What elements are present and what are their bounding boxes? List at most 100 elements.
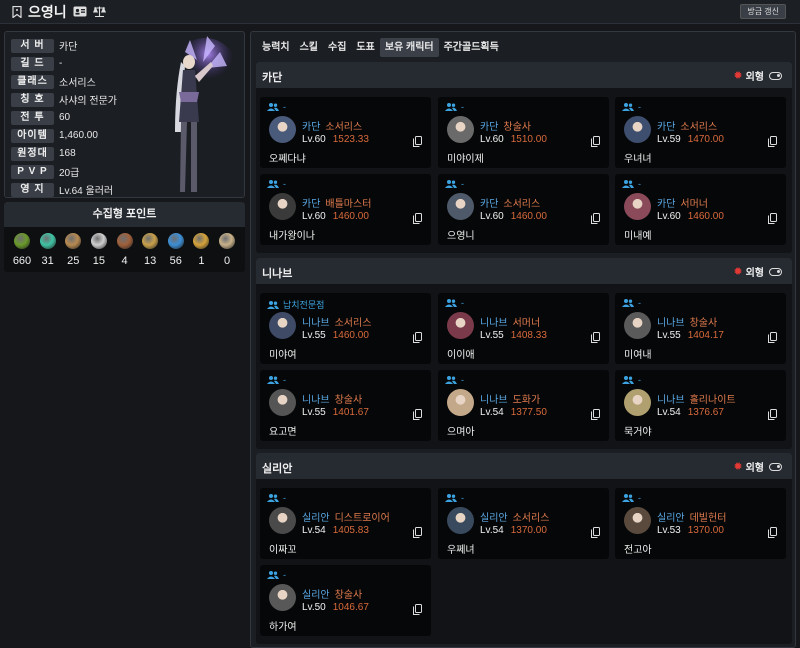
card-server-name: 카단 xyxy=(302,122,321,133)
collection-item[interactable]: 0 xyxy=(217,233,237,267)
profile-row-label: 길 드 xyxy=(11,56,54,71)
card-character-name: 오쩨다냐 xyxy=(269,154,306,165)
copy-icon[interactable] xyxy=(413,213,422,224)
copy-icon[interactable] xyxy=(413,604,422,615)
character-card[interactable]: - 실리안 소서리스 Lv.54 1370.00 우쩨녀 xyxy=(438,488,609,559)
guild-name: - xyxy=(461,179,464,189)
card-class: 소서리스 xyxy=(503,199,541,210)
copy-icon[interactable] xyxy=(768,213,777,224)
card-level: Lv.54 1370.00 xyxy=(480,525,547,536)
collection-item[interactable]: 15 xyxy=(89,233,109,267)
scale-icon[interactable] xyxy=(92,6,106,17)
copy-icon[interactable] xyxy=(413,136,422,147)
character-card[interactable]: - 카단 소서리스 Lv.60 1523.33 오쩨다냐 xyxy=(260,97,431,168)
outfit-label: 외형 xyxy=(745,72,764,83)
outfit-toggle[interactable]: ✹ 외형 xyxy=(733,459,782,474)
collection-item[interactable]: 1 xyxy=(191,233,211,267)
refresh-button[interactable]: 방금 갱신 xyxy=(740,4,786,19)
copy-icon[interactable] xyxy=(413,332,422,343)
card-item-level: 1377.50 xyxy=(510,407,547,418)
tab-5[interactable]: 주간골드획득 xyxy=(439,38,504,57)
mokoko-seed-icon xyxy=(14,233,30,249)
character-card[interactable]: 납치전문점 니나브 소서리스 Lv.55 1460.00 미야여 xyxy=(260,293,431,364)
character-card[interactable]: - 카단 서머너 Lv.60 1460.00 미내예 xyxy=(615,174,786,245)
card-level: Lv.59 1470.00 xyxy=(657,134,724,145)
bookmark-icon[interactable] xyxy=(12,5,22,18)
character-card[interactable]: - 카단 배틀마스터 Lv.60 1460.00 내가왕이나 xyxy=(260,174,431,245)
character-card[interactable]: - 카단 소서리스 Lv.59 1470.00 우녀녀 xyxy=(615,97,786,168)
profile-row-value: 60 xyxy=(59,112,71,123)
copy-icon[interactable] xyxy=(591,136,600,147)
collection-item[interactable]: 31 xyxy=(38,233,58,267)
collection-item-value: 56 xyxy=(169,255,182,267)
tab-0[interactable]: 능력치 xyxy=(257,38,295,57)
card-item-level: 1460.00 xyxy=(332,211,369,222)
card-class: 데빌헌터 xyxy=(689,513,727,524)
card-level: Lv.55 1401.67 xyxy=(302,407,369,418)
card-server: 카단 배틀마스터 xyxy=(302,195,371,210)
character-card[interactable]: - 실리안 창술사 Lv.50 1046.67 하가여 xyxy=(260,565,431,636)
copy-icon[interactable] xyxy=(768,136,777,147)
collection-item[interactable]: 13 xyxy=(140,233,160,267)
outfit-toggle[interactable]: ✹ 외형 xyxy=(733,264,782,279)
copy-icon[interactable] xyxy=(591,527,600,538)
collection-item-value: 25 xyxy=(67,255,80,267)
card-server: 카단 서머너 xyxy=(657,195,708,210)
users-icon xyxy=(267,103,279,111)
character-card[interactable]: - 카단 소서리스 Lv.60 1460.00 으영니 xyxy=(438,174,609,245)
copy-icon[interactable] xyxy=(591,409,600,420)
card-server: 카단 소서리스 xyxy=(657,118,717,133)
collection-item-value: 1 xyxy=(198,255,205,267)
guild-name: - xyxy=(638,102,641,112)
character-card[interactable]: - 실리안 데빌헌터 Lv.53 1370.00 전고아 xyxy=(615,488,786,559)
card-server-name: 카단 xyxy=(657,122,676,133)
character-card[interactable]: - 니나브 홀리나이트 Lv.54 1376.67 묵거야 xyxy=(615,370,786,441)
top-header: 으영니 방금 갱신 xyxy=(0,0,800,24)
copy-icon[interactable] xyxy=(768,332,777,343)
character-card[interactable]: - 니나브 창술사 Lv.55 1404.17 미여내 xyxy=(615,293,786,364)
copy-icon[interactable] xyxy=(413,409,422,420)
character-card[interactable]: - 니나브 도화가 Lv.54 1377.50 으며아 xyxy=(438,370,609,441)
card-level: Lv.60 1460.00 xyxy=(480,211,547,222)
collection-item[interactable]: 660 xyxy=(12,233,32,267)
tab-1[interactable]: 스킬 xyxy=(295,38,323,57)
copy-icon[interactable] xyxy=(768,527,777,538)
profile-row-label: P V P xyxy=(11,164,54,179)
card-item-level: 1470.00 xyxy=(687,134,724,145)
card-class: 홀리나이트 xyxy=(689,395,736,406)
card-level: Lv.60 1460.00 xyxy=(657,211,724,222)
profile-row-label: 영 지 xyxy=(11,182,54,197)
toggle-icon[interactable] xyxy=(769,462,782,471)
copy-icon[interactable] xyxy=(591,213,600,224)
toggle-icon[interactable] xyxy=(769,267,782,276)
card-class: 소서리스 xyxy=(512,513,550,524)
toggle-icon[interactable] xyxy=(769,71,782,80)
collection-item[interactable]: 25 xyxy=(63,233,83,267)
copy-icon[interactable] xyxy=(591,332,600,343)
profile-row: 칭 호 사샤의 전문가 xyxy=(11,92,117,107)
collection-item-value: 15 xyxy=(92,255,105,267)
character-card[interactable]: - 실리안 디스트로이어 Lv.54 1405.83 이짜꼬 xyxy=(260,488,431,559)
copy-icon[interactable] xyxy=(413,527,422,538)
character-card[interactable]: - 니나브 창술사 Lv.55 1401.67 요고면 xyxy=(260,370,431,441)
character-card[interactable]: - 카단 창술사 Lv.60 1510.00 미야이제 xyxy=(438,97,609,168)
id-card-icon[interactable] xyxy=(73,6,87,17)
copy-icon[interactable] xyxy=(768,409,777,420)
outfit-toggle[interactable]: ✹ 외형 xyxy=(733,68,782,83)
tab-4[interactable]: 보유 캐릭터 xyxy=(379,38,439,57)
tab-3[interactable]: 도표 xyxy=(351,38,379,57)
card-server-name: 니나브 xyxy=(480,318,508,329)
card-guild: 납치전문점 xyxy=(267,298,324,311)
collection-item[interactable]: 56 xyxy=(166,233,186,267)
card-class: 배틀마스터 xyxy=(325,199,372,210)
collection-item[interactable]: 4 xyxy=(115,233,135,267)
profile-row: 아이템 1,460.00 xyxy=(11,128,98,143)
orpheus-star-icon xyxy=(193,233,210,249)
card-level: Lv.54 1376.67 xyxy=(657,407,724,418)
character-card[interactable]: - 니나브 서머너 Lv.55 1408.33 이이애 xyxy=(438,293,609,364)
card-character-name: 우녀녀 xyxy=(624,154,652,165)
avatar xyxy=(447,116,474,143)
guild-name: - xyxy=(461,102,464,112)
great-art-icon xyxy=(65,233,82,249)
tab-2[interactable]: 수집 xyxy=(323,38,351,57)
